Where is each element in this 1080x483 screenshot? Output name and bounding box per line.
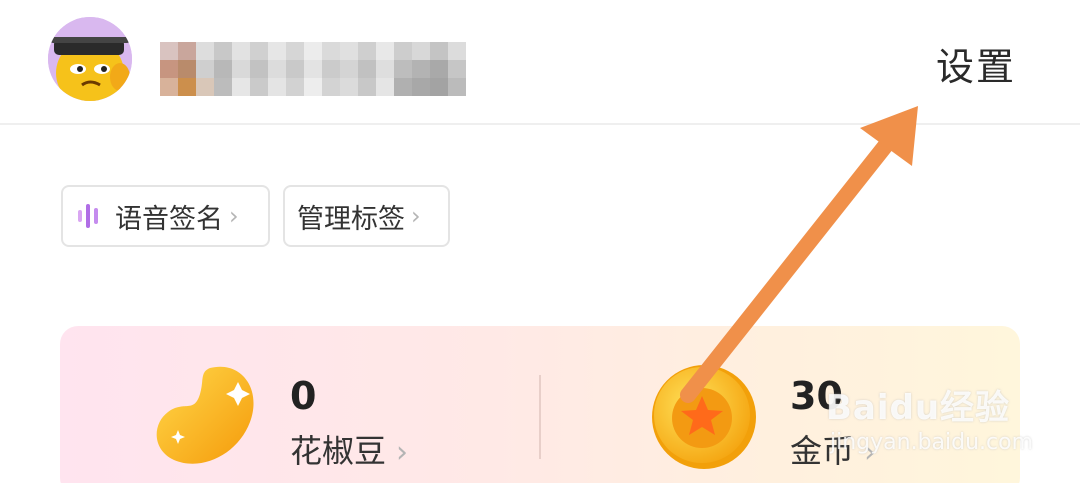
profile-page: 设置 语音签名 › 管理标签 › 0 花椒豆 › 30 金币 › Baidu经验…: [0, 0, 1080, 483]
arrow-annotation: [680, 106, 918, 403]
